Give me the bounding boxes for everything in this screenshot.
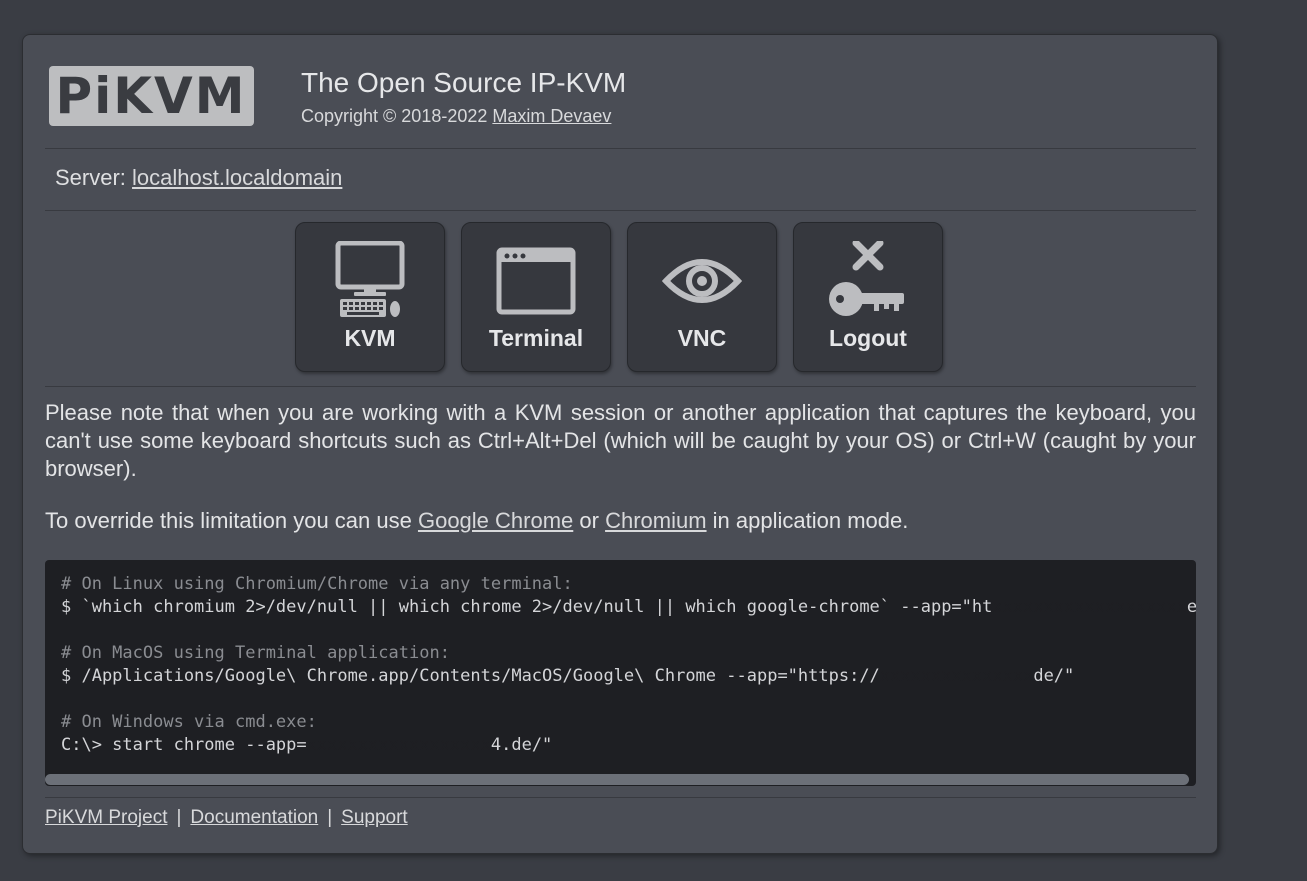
kvm-button-label: KVM [344,325,396,351]
svg-text:PiKVM: PiKVM [56,67,247,125]
vnc-button[interactable]: VNC [627,222,777,372]
copyright: Copyright © 2018-2022 Maxim Devaev [301,104,626,128]
author-link[interactable]: Maxim Devaev [492,106,611,126]
header: PiKVM The Open Source IP-KVM Copyright ©… [49,66,1195,128]
code-block[interactable]: # On Linux using Chromium/Chrome via any… [45,560,1196,786]
footer-separator: | [176,807,182,828]
server-host-link[interactable]: localhost.localdomain [132,165,342,190]
divider [45,210,1196,211]
copyright-text: Copyright © 2018-2022 [301,106,493,126]
horizontal-scrollbar[interactable] [45,774,1189,785]
note-paragraph: Please note that when you are working wi… [45,400,1196,481]
vnc-button-label: VNC [677,325,727,351]
footer-links: PiKVM Project | Documentation | Support [45,807,408,829]
server-label: Server: [55,165,133,190]
terminal-button-label: Terminal [488,325,584,351]
main-panel: PiKVM The Open Source IP-KVM Copyright ©… [22,34,1218,854]
terminal-window-icon [496,247,576,315]
divider [45,797,1196,798]
eye-icon [662,259,742,303]
pikvm-project-link[interactable]: PiKVM Project [45,807,167,828]
divider [45,148,1196,149]
code-comment-macos: # On MacOS using Terminal application: [61,643,450,663]
code-line-linux: $ `which chromium 2>/dev/null || which c… [61,597,1196,617]
pikvm-logo: PiKVM [49,66,254,126]
keyboard-note: Please note that when you are working wi… [45,399,1196,535]
documentation-link[interactable]: Documentation [190,807,318,828]
kvm-button[interactable]: KVM [295,222,445,372]
logout-button-label: Logout [829,325,907,351]
support-link[interactable]: Support [341,807,408,828]
app-buttons: KVM Terminal VNC Logout [295,222,943,372]
monitor-icon [335,241,405,317]
terminal-button[interactable]: Terminal [461,222,611,372]
code-comment-linux: # On Linux using Chromium/Chrome via any… [61,574,573,594]
footer-separator: | [327,807,333,828]
page-title: The Open Source IP-KVM [301,67,627,98]
code-line-macos: $ /Applications/Google\ Chrome.app/Conte… [61,666,1075,686]
key-cross-icon [829,241,904,316]
note-paragraph-override: To override this limitation you can use … [45,508,909,533]
divider [45,386,1196,387]
code-line-windows: C:\> start chrome --app=xxxxxxxxxxxxxxxx… [61,735,553,755]
code-comment-windows: # On Windows via cmd.exe: [61,712,317,732]
google-chrome-link[interactable]: Google Chrome [418,508,573,533]
server-info: Server: localhost.localdomain [55,165,342,191]
logout-button[interactable]: Logout [793,222,943,372]
chromium-link[interactable]: Chromium [605,508,706,533]
